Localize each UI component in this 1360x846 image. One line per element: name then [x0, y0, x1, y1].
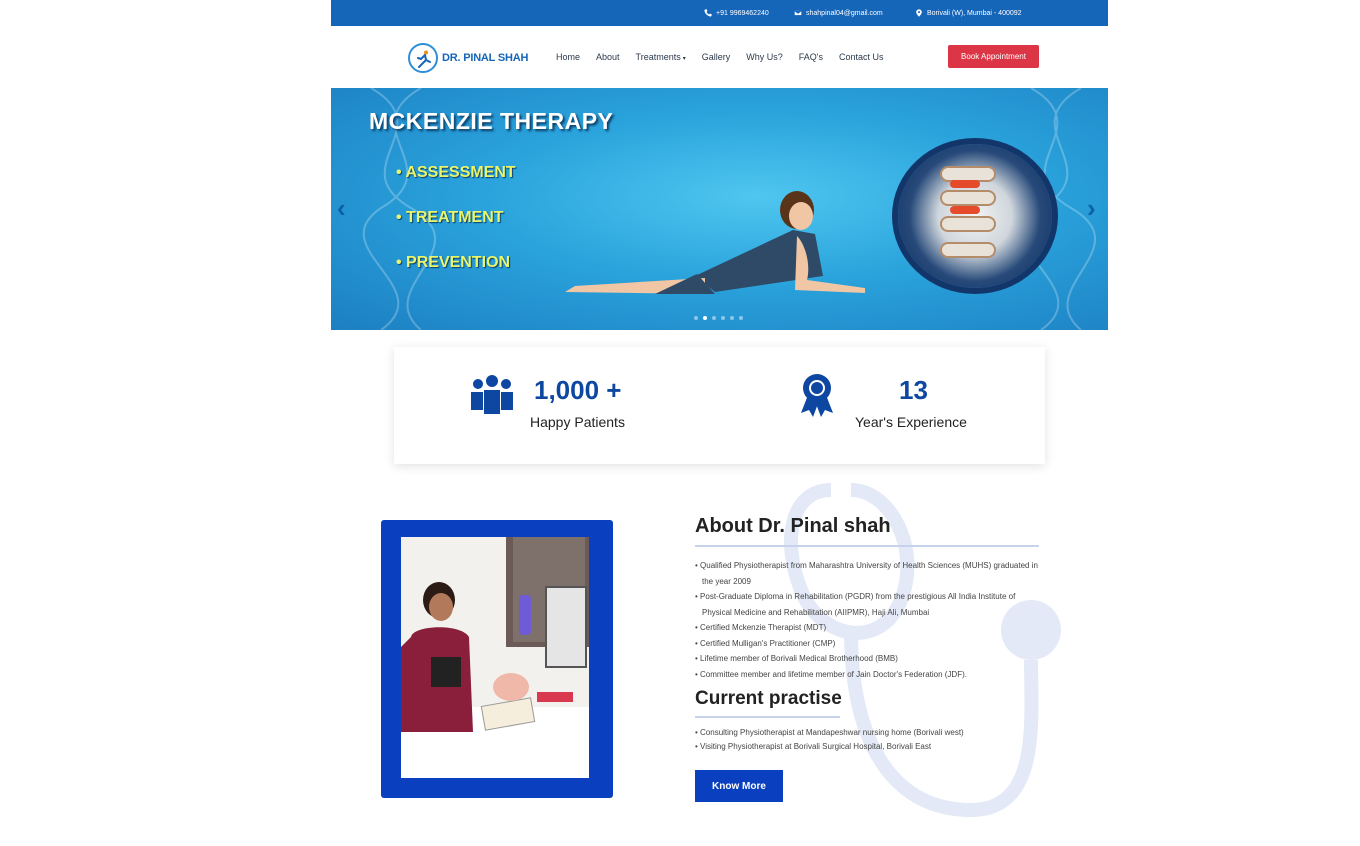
stat-experience-number: 13: [899, 375, 928, 405]
nav-home[interactable]: Home: [556, 52, 580, 62]
page: +91 9969462240 shahpinal04@gmail.com Bor…: [331, 0, 1108, 846]
spine-medical-illustration: [898, 144, 1052, 288]
topbar-email-text: shahpinal04@gmail.com: [806, 9, 883, 17]
know-more-button[interactable]: Know More: [695, 770, 783, 802]
qualification-item: Lifetime member of Borivali Medical Brot…: [695, 651, 1045, 667]
topbar-phone-text: +91 9969462240: [716, 9, 769, 17]
about-qualifications-list: Qualified Physiotherapist from Maharasht…: [695, 558, 1045, 682]
users-group-icon: [471, 375, 513, 414]
nav-links: Home About Treatments ▾ Gallery Why Us? F…: [556, 52, 900, 62]
nav-about[interactable]: About: [596, 52, 620, 62]
slider-dot[interactable]: [721, 316, 725, 320]
qualification-item: Qualified Physiotherapist from Maharasht…: [695, 558, 1045, 589]
slider-dot[interactable]: [730, 316, 734, 320]
phone-icon: [704, 9, 712, 17]
nav-gallery[interactable]: Gallery: [702, 52, 731, 62]
qualification-item: Post-Graduate Diploma in Rehabilitation …: [695, 589, 1045, 620]
hero-bullet-prevention: • PREVENTION: [396, 254, 511, 271]
practice-item: Visiting Physiotherapist at Borivali Sur…: [695, 740, 1045, 754]
brand-name: DR. PINAL SHAH: [442, 52, 529, 64]
main-navbar: DR. PINAL SHAH Home About Treatments ▾ Ga…: [331, 26, 1108, 88]
slider-dot[interactable]: [739, 316, 743, 320]
hero-bullet-assessment: • ASSESSMENT: [396, 164, 516, 181]
slider-indicators: [694, 316, 743, 320]
topbar-phone[interactable]: +91 9969462240: [704, 9, 769, 17]
nav-treatments-label: Treatments: [635, 52, 681, 62]
map-pin-icon: [916, 9, 922, 17]
qualification-item: Certified Mckenzie Therapist (MDT): [695, 620, 1045, 636]
slider-next-arrow-icon[interactable]: ›: [1087, 193, 1096, 224]
about-divider: [695, 545, 1039, 547]
practice-title: Current practise: [695, 688, 842, 709]
hero-bullet-treatment: • TREATMENT: [396, 209, 504, 226]
award-ribbon-icon: [801, 374, 833, 417]
cobra-pose-illustration: [565, 191, 865, 294]
chevron-down-icon: ▾: [682, 56, 686, 62]
practice-divider: [695, 716, 840, 718]
hero-slider: MCKENZIE THERAPY • ASSESSMENT • TREATMEN…: [331, 88, 1108, 330]
slider-prev-arrow-icon[interactable]: ‹: [337, 193, 346, 224]
topbar-location-text: Borivali (W), Mumbai - 400092: [927, 9, 1022, 17]
topbar-location: Borivali (W), Mumbai - 400092: [915, 9, 1022, 17]
top-contact-bar: +91 9969462240 shahpinal04@gmail.com Bor…: [331, 0, 1108, 26]
stat-experience-label: Year's Experience: [855, 414, 967, 430]
slider-dot-active[interactable]: [703, 316, 707, 320]
runner-logo-icon: [408, 43, 438, 73]
mail-icon: [794, 10, 802, 16]
nav-faqs[interactable]: FAQ's: [799, 52, 823, 62]
qualification-item: Certified Mulligan's Practitioner (CMP): [695, 636, 1045, 652]
hero-title: MCKENZIE THERAPY: [369, 108, 614, 134]
practice-list: Consulting Physiotherapist at Mandapeshw…: [695, 726, 1045, 754]
topbar-email[interactable]: shahpinal04@gmail.com: [794, 9, 883, 17]
about-title: About Dr. Pinal shah: [695, 515, 891, 537]
nav-contact[interactable]: Contact Us: [839, 52, 884, 62]
stat-patients-label: Happy Patients: [530, 414, 625, 430]
nav-why-us[interactable]: Why Us?: [746, 52, 783, 62]
stats-card: 1,000 + Happy Patients 13 Year's Experie…: [394, 347, 1045, 464]
book-appointment-button[interactable]: Book Appointment: [948, 45, 1039, 68]
slider-dot[interactable]: [694, 316, 698, 320]
nav-treatments[interactable]: Treatments ▾: [636, 52, 686, 62]
doctor-photo: [401, 537, 589, 778]
brand-logo[interactable]: DR. PINAL SHAH: [408, 43, 528, 73]
qualification-item: Committee member and lifetime member of …: [695, 667, 1045, 683]
practice-item: Consulting Physiotherapist at Mandapeshw…: [695, 726, 1045, 740]
stat-patients-number: 1,000 +: [534, 375, 622, 405]
slider-dot[interactable]: [712, 316, 716, 320]
